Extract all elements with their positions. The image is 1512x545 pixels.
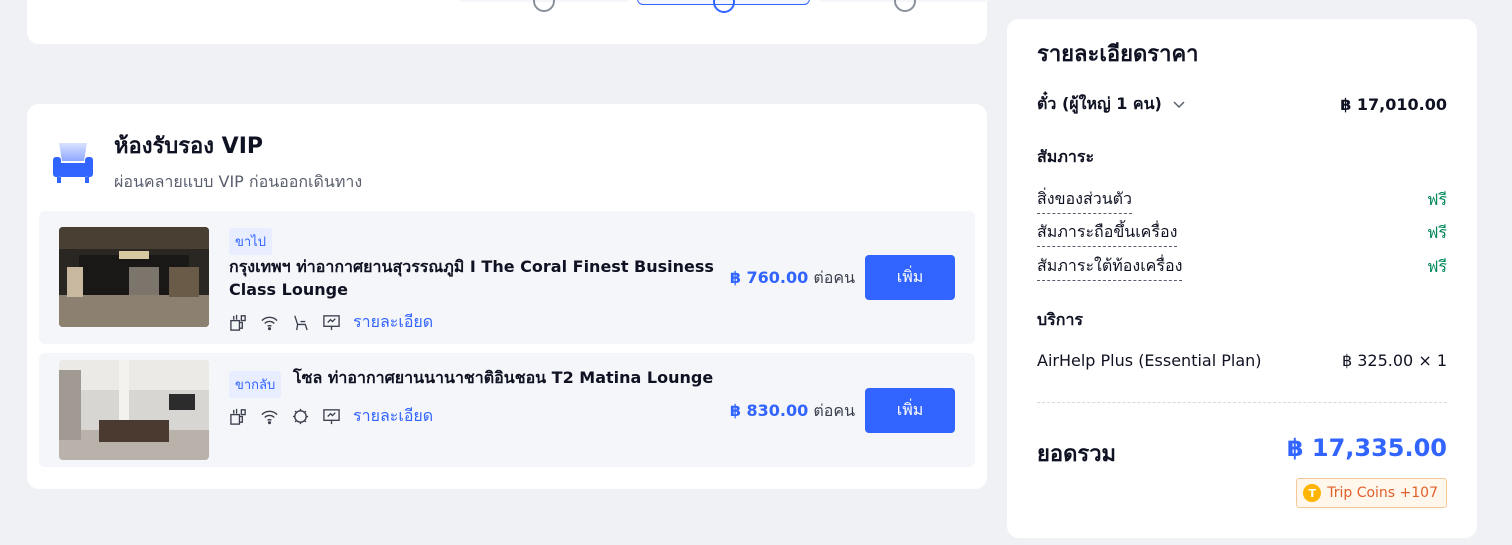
- service-price: ฿ 325.00 × 1: [1341, 351, 1447, 370]
- wifi-icon: [261, 410, 278, 425]
- lounge-price: ฿ 830.00: [729, 401, 809, 420]
- baggage-line: สัมภาระใต้ท้องเครื่อง ฟรี: [1037, 254, 1447, 281]
- seat-icon: [294, 315, 308, 331]
- price-per-person: ฿ 760.00 ต่อคน: [730, 266, 855, 291]
- lounge-item: ขากลับ โซล ท่าอากาศยานนานาชาติอินชอน T2 …: [39, 353, 975, 467]
- lounge-title: ห้องรับรอง VIP: [114, 134, 264, 159]
- option-tab-2-selected[interactable]: [637, 0, 810, 13]
- no-smoking-icon: [292, 408, 309, 425]
- chevron-down-icon: [1173, 100, 1185, 108]
- divider: [1037, 402, 1447, 403]
- carry-on-label[interactable]: สัมภาระถือขึ้นเครื่อง: [1037, 220, 1178, 247]
- tv-icon: [323, 409, 340, 425]
- radio-icon: [532, 0, 555, 12]
- lounge-name: โซล ท่าอากาศยานนานาชาติอินชอน T2 Matina …: [293, 368, 714, 387]
- wifi-icon: [261, 316, 278, 331]
- free-badge: ฟรี: [1427, 257, 1447, 276]
- food-drink-icon: [230, 408, 246, 425]
- amenity-list: รายละเอียด: [229, 310, 433, 335]
- option-tab-1[interactable]: [457, 0, 630, 12]
- tv-icon: [323, 315, 340, 331]
- services-heading: บริการ: [1037, 310, 1084, 329]
- amenity-list: รายละเอียด: [229, 404, 433, 429]
- trip-coin-icon: T: [1303, 484, 1322, 502]
- food-drink-icon: [230, 314, 246, 331]
- lounge-photo: [59, 227, 209, 327]
- lounge-chair-icon: [53, 143, 93, 183]
- lounge-name: กรุงเทพฯ ท่าอากาศยานสุวรรณภูมิ I The Cor…: [229, 257, 714, 299]
- lounge-price: ฿ 760.00: [729, 268, 809, 287]
- details-link[interactable]: รายละเอียด: [353, 404, 433, 429]
- per-person-label: ต่อคน: [813, 268, 855, 287]
- add-button[interactable]: เพิ่ม: [865, 388, 955, 433]
- checked-baggage-label[interactable]: สัมภาระใต้ท้องเครื่อง: [1037, 254, 1183, 281]
- top-options-card: [27, 0, 992, 44]
- return-tag: ขากลับ: [229, 371, 282, 398]
- ticket-line: ตั๋ว (ผู้ใหญ่ 1 คน) ฿ 17,010.00: [1037, 92, 1447, 117]
- free-badge: ฟรี: [1427, 223, 1447, 242]
- price-per-person: ฿ 830.00 ต่อคน: [730, 399, 855, 424]
- add-button[interactable]: เพิ่ม: [865, 255, 955, 300]
- per-person-label: ต่อคน: [813, 401, 855, 420]
- baggage-line: สิ่งของส่วนตัว ฟรี: [1037, 187, 1447, 214]
- ticket-label: ตั๋ว (ผู้ใหญ่ 1 คน): [1037, 94, 1162, 113]
- free-badge: ฟรี: [1427, 190, 1447, 209]
- lounge-subtitle: ผ่อนคลายแบบ VIP ก่อนออกเดินทาง: [114, 172, 363, 191]
- total-value: ฿ 17,335.00: [1286, 434, 1447, 462]
- details-link[interactable]: รายละเอียด: [353, 310, 433, 335]
- baggage-heading: สัมภาระ: [1037, 147, 1095, 166]
- ticket-toggle[interactable]: ตั๋ว (ผู้ใหญ่ 1 คน): [1037, 92, 1186, 117]
- trip-coins-label: Trip Coins +107: [1327, 485, 1438, 501]
- radio-icon: [893, 0, 916, 12]
- lounge-item: ขาไป กรุงเทพฯ ท่าอากาศยานสุวรรณภูมิ I Th…: [39, 211, 975, 344]
- ticket-price: ฿ 17,010.00: [1340, 95, 1447, 114]
- personal-item-label[interactable]: สิ่งของส่วนตัว: [1037, 187, 1132, 214]
- service-label: AirHelp Plus (Essential Plan): [1037, 351, 1262, 370]
- baggage-line: สัมภาระถือขึ้นเครื่อง ฟรี: [1037, 220, 1447, 247]
- outbound-tag: ขาไป: [229, 228, 272, 255]
- total-label: ยอดรวม: [1037, 442, 1117, 467]
- radio-icon: [712, 0, 735, 13]
- option-tab-3[interactable]: [817, 0, 992, 12]
- trip-coins-badge: T Trip Coins +107: [1296, 478, 1447, 508]
- service-line: AirHelp Plus (Essential Plan) ฿ 325.00 ×…: [1037, 351, 1447, 370]
- price-detail-title: รายละเอียดราคา: [1037, 42, 1199, 67]
- lounge-photo: [59, 360, 209, 460]
